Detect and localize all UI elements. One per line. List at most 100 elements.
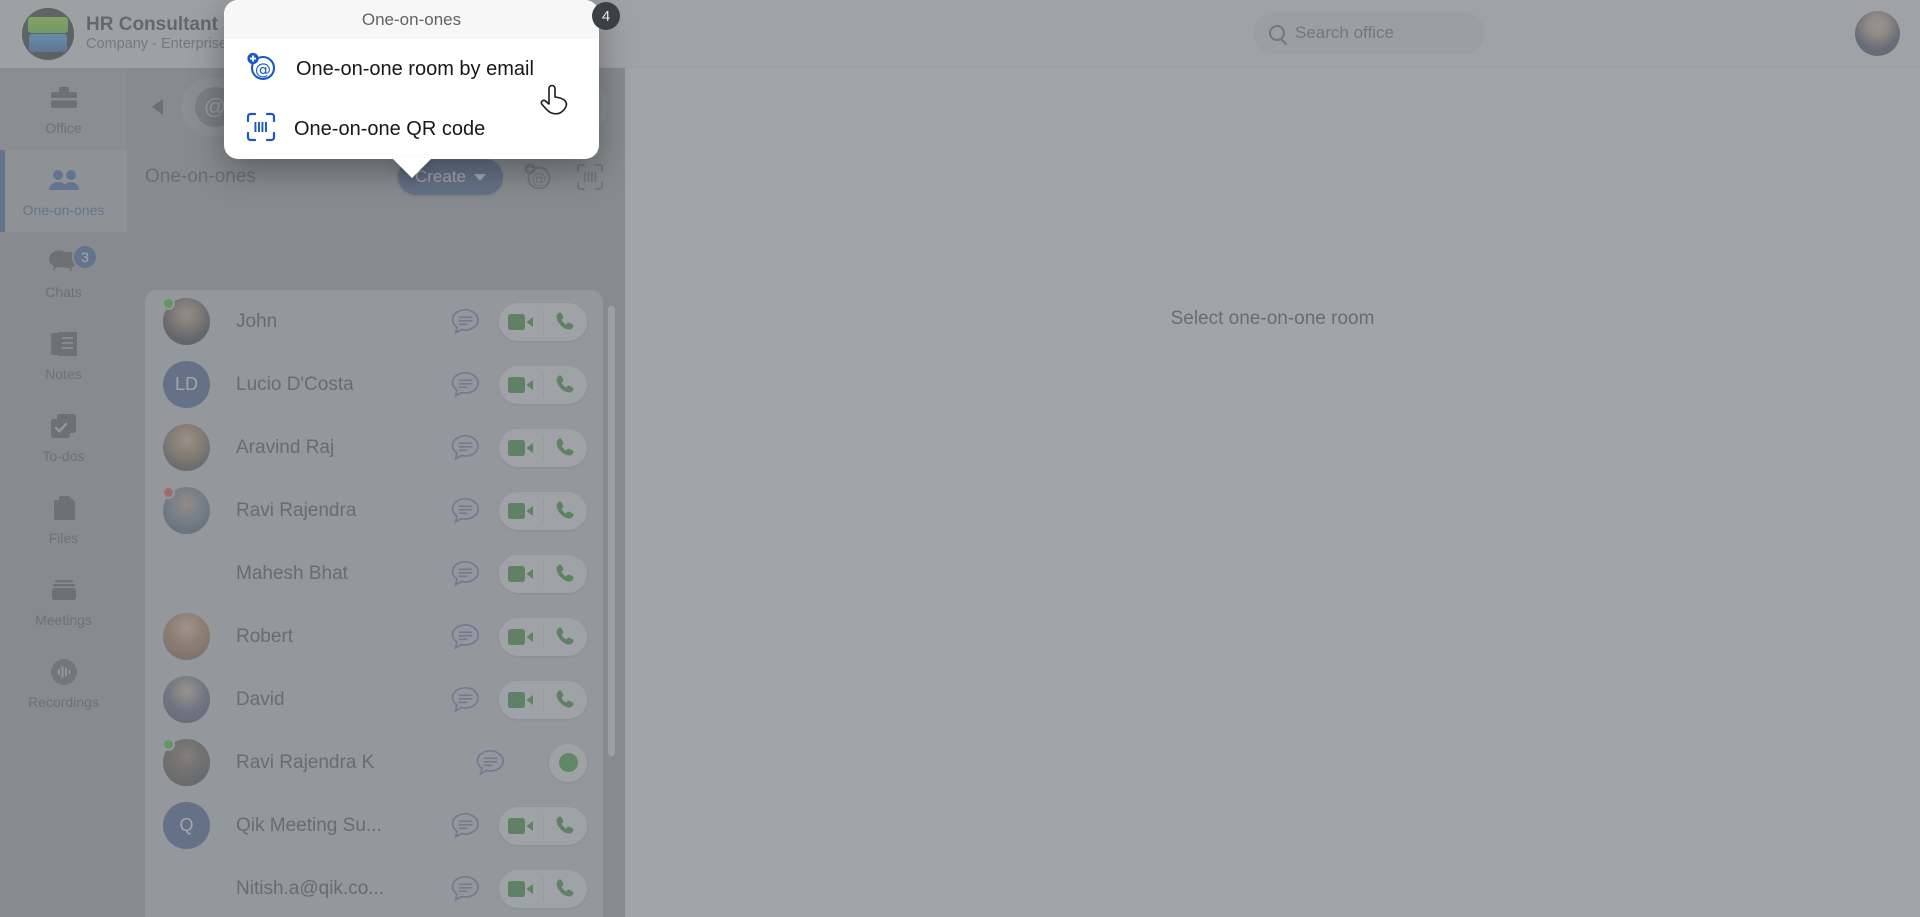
contact-row[interactable]: Ravi Rajendra K [145,731,603,794]
video-call-icon[interactable] [499,376,543,394]
list-scrollbar[interactable] [608,306,615,756]
avatar[interactable] [1855,11,1900,56]
sidebar-item-label: One-on-ones [22,201,105,218]
chat-icon[interactable] [445,623,485,650]
sidebar-item-to-dos[interactable]: To-dos [0,396,127,478]
audio-call-icon[interactable] [544,563,588,584]
add-email-contact-icon[interactable]: @ [521,160,555,194]
contact-row[interactable]: John [145,290,603,353]
audio-call-icon[interactable] [544,311,588,332]
audio-call-icon[interactable] [544,689,588,710]
sidebar-item-files[interactable]: Files [0,478,127,560]
chat-icon[interactable] [445,308,485,335]
sidebar: Office One-on-ones 3 Chats Notes To-dos … [0,68,127,917]
presence-busy-indicator [162,486,175,499]
contact-row[interactable]: LD Lucio D'Costa [145,353,603,416]
contact-name: Nitish.a@qik.co... [236,877,385,899]
sidebar-item-meetings[interactable]: Meetings [0,560,127,642]
sidebar-item-label: Recordings [28,693,99,710]
contact-name: Lucio D'Costa [236,373,354,395]
call-actions-group [499,491,588,530]
dropdown-title: One-on-ones [224,0,599,39]
sidebar-item-recordings[interactable]: Recordings [0,642,127,724]
qr-code-icon[interactable] [573,160,607,194]
avatar-initials: LD [163,361,210,408]
contact-row[interactable]: Nitish.a@qik.co... [145,857,603,917]
waveform-icon [48,657,80,687]
company-brand-block[interactable]: HR Consultant Company - Enterprise [0,0,228,68]
audio-call-icon[interactable] [544,374,588,395]
video-call-icon[interactable] [499,817,543,835]
video-call-icon[interactable] [499,880,543,898]
chevron-down-icon [474,173,486,181]
contact-avatar [163,676,210,723]
contact-name: Aravind Raj [236,436,335,458]
audio-call-icon[interactable] [544,815,588,836]
contact-avatar: LD [163,361,210,408]
company-name: HR Consultant [86,14,218,36]
add-email-contact-icon: @ [246,52,278,87]
audio-call-icon[interactable] [544,437,588,458]
checkbox-icon [48,411,80,441]
contact-avatar [163,865,210,912]
video-call-icon[interactable] [499,691,543,709]
chats-unread-badge: 3 [72,244,98,270]
contact-row[interactable]: Q Qik Meeting Su... [145,794,603,857]
chat-icon[interactable] [445,371,485,398]
sidebar-item-notes[interactable]: Notes [0,314,127,396]
sidebar-item-label: Notes [45,365,82,382]
audio-call-icon[interactable] [544,500,588,521]
contact-name: Ravi Rajendra K [236,751,375,773]
sidebar-item-label: Office [45,119,82,136]
contact-name: John [236,310,278,332]
chat-icon[interactable] [445,497,485,524]
contact-avatar [163,613,210,660]
video-call-icon[interactable] [499,439,543,457]
video-call-icon[interactable] [499,565,543,583]
sidebar-item-chats[interactable]: 3 Chats [0,232,127,314]
search-icon [1269,25,1285,41]
record-button[interactable] [549,743,587,782]
people-icon [48,165,80,195]
sidebar-item-one-on-ones[interactable]: One-on-ones [0,150,127,232]
contact-name: David [236,688,285,710]
empty-state-message: Select one-on-one room [1170,308,1375,329]
contact-name: Mahesh Bhat [236,562,348,584]
contact-row[interactable]: Ravi Rajendra [145,479,603,542]
video-call-icon[interactable] [499,502,543,520]
qr-code-icon [246,112,276,147]
presence-online-indicator [162,738,175,751]
contact-name: Ravi Rajendra [236,499,357,521]
video-call-icon[interactable] [499,313,543,331]
dropdown-tail [391,158,432,178]
contact-list: John LD Lucio D'Costa Aravind Raj Ravi Rajen… [145,290,603,917]
contact-row[interactable]: Aravind Raj [145,416,603,479]
search-placeholder: Search office [1295,23,1394,42]
audio-call-icon[interactable] [544,626,588,647]
contact-avatar [162,486,210,534]
contact-row[interactable]: Mahesh Bhat [145,542,603,605]
chat-icon[interactable] [445,560,485,587]
sidebar-item-label: Files [48,529,79,546]
collapse-left-arrow-icon[interactable] [145,95,169,119]
menu-item-label: One-on-one QR code [294,117,486,140]
chat-icon[interactable] [445,434,485,461]
files-icon [48,493,80,523]
sidebar-item-office[interactable]: Office [0,68,127,150]
chat-icon[interactable] [445,875,485,902]
briefcase-icon [48,83,80,113]
contact-row[interactable]: David [145,668,603,731]
audio-call-icon[interactable] [544,878,588,899]
sidebar-item-label: Meetings [35,611,92,628]
main-canvas: Select one-on-one room [625,68,1920,917]
chat-icon[interactable] [445,812,485,839]
chat-icon[interactable] [470,749,510,776]
contact-row[interactable]: Robert [145,605,603,668]
call-actions-group [499,617,588,656]
company-logo-icon [22,7,74,60]
chat-icon[interactable] [445,686,485,713]
contact-name: Qik Meeting Su... [236,814,382,836]
sidebar-item-label: To-dos [42,447,85,464]
search-input[interactable]: Search office [1253,12,1485,54]
video-call-icon[interactable] [499,628,543,646]
